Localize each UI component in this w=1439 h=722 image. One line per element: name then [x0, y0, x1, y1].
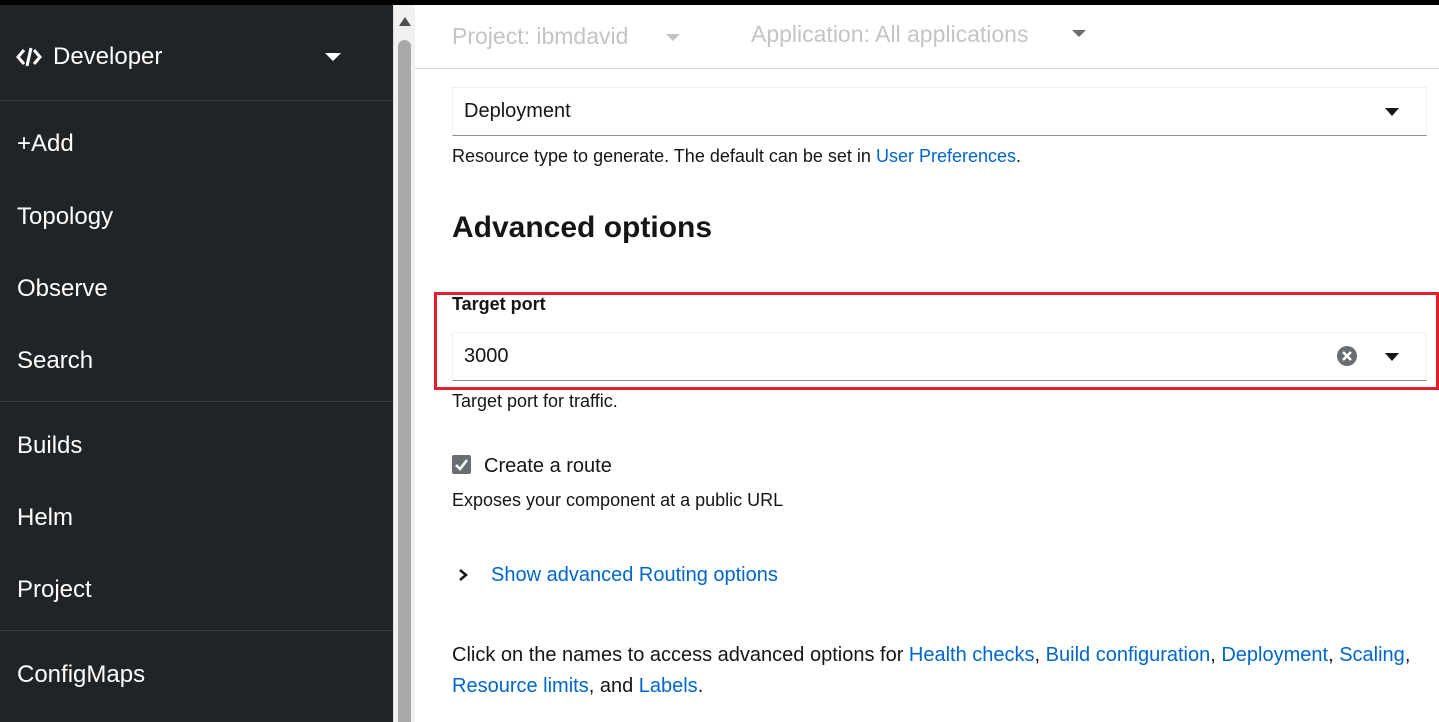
- caret-down-icon[interactable]: [1072, 30, 1086, 37]
- application-selector[interactable]: Application: All applications: [751, 21, 1028, 48]
- sidebar-item-label: Topology: [17, 203, 114, 230]
- sidebar-item-label: ConfigMaps: [17, 661, 146, 688]
- sidebar-item-label: Project: [17, 576, 92, 603]
- sidebar-item-observe[interactable]: Observe: [0, 257, 393, 317]
- perspective-label: Developer: [53, 43, 163, 70]
- sidebar-item-search[interactable]: Search: [0, 329, 393, 389]
- resource-type-value: Deployment: [464, 100, 571, 122]
- caret-down-icon: [1385, 108, 1399, 116]
- sidebar-item-configmaps[interactable]: ConfigMaps: [0, 643, 393, 703]
- sidebar-item-topology[interactable]: Topology: [0, 185, 393, 245]
- sidebar-item-project[interactable]: Project: [0, 558, 393, 618]
- perspective-switcher[interactable]: Developer: [0, 5, 393, 101]
- resource-type-select[interactable]: Deployment: [452, 87, 1427, 136]
- resource-type-helper: Resource type to generate. The default c…: [452, 146, 1022, 166]
- scrollbar-thumb[interactable]: [398, 40, 411, 722]
- show-advanced-routing-toggle[interactable]: Show advanced Routing options: [491, 564, 778, 587]
- chevron-right-icon[interactable]: [457, 568, 469, 582]
- sidebar-item-label: Observe: [17, 275, 108, 302]
- nav-divider: [0, 630, 393, 631]
- scaling-link[interactable]: Scaling: [1339, 644, 1405, 666]
- target-port-label: Target port: [452, 294, 546, 314]
- project-selector[interactable]: Project: ibmdavid: [452, 23, 628, 50]
- sidebar-item-label: Helm: [17, 504, 74, 531]
- target-port-input[interactable]: 3000: [452, 332, 1427, 381]
- sidebar-item-label: +Add: [17, 130, 74, 157]
- code-icon: [16, 47, 42, 67]
- deployment-link[interactable]: Deployment: [1221, 644, 1328, 666]
- target-port-helper: Target port for traffic.: [452, 391, 618, 411]
- advanced-options-title: Advanced options: [452, 211, 713, 244]
- caret-down-icon: [325, 53, 341, 61]
- nav-divider: [0, 401, 393, 402]
- caret-down-icon[interactable]: [1385, 353, 1399, 361]
- health-checks-link[interactable]: Health checks: [909, 644, 1035, 666]
- create-route-label[interactable]: Create a route: [484, 455, 612, 478]
- sidebar-item-add[interactable]: +Add: [0, 112, 393, 172]
- scroll-up-arrow-icon[interactable]: [399, 17, 411, 26]
- user-preferences-link[interactable]: User Preferences: [876, 146, 1016, 166]
- sidebar-item-label: Search: [17, 347, 94, 374]
- sidebar: Developer +Add Topology Observe Search B…: [0, 5, 393, 722]
- context-bar: Project: ibmdavid Application: All appli…: [415, 5, 1439, 69]
- advanced-options-paragraph: Click on the names to access advanced op…: [452, 644, 1411, 697]
- labels-link[interactable]: Labels: [639, 675, 698, 697]
- create-route-helper: Exposes your component at a public URL: [452, 490, 784, 510]
- target-port-value: 3000: [464, 345, 509, 367]
- sidebar-item-label: Builds: [17, 432, 83, 459]
- caret-down-icon[interactable]: [666, 34, 680, 41]
- sidebar-item-builds[interactable]: Builds: [0, 414, 393, 474]
- clear-icon[interactable]: [1337, 346, 1357, 366]
- check-icon: [455, 459, 468, 471]
- resource-limits-link[interactable]: Resource limits: [452, 675, 589, 697]
- sidebar-item-helm[interactable]: Helm: [0, 486, 393, 546]
- build-configuration-link[interactable]: Build configuration: [1046, 644, 1211, 666]
- create-route-checkbox[interactable]: [452, 455, 471, 474]
